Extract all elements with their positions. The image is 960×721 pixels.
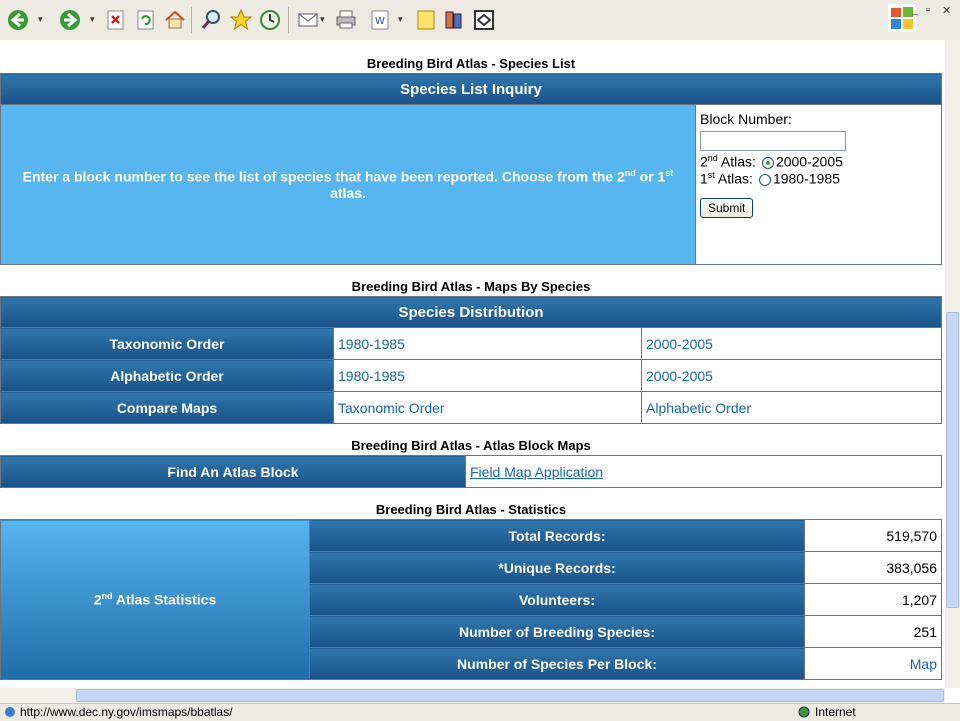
svg-text:W: W: [375, 16, 385, 27]
home-icon[interactable]: [163, 8, 187, 32]
atlas1-sup: st: [707, 169, 715, 180]
stat-label: Number of Breeding Species:: [309, 615, 805, 648]
description-text: Enter a block number to see the list of …: [22, 168, 625, 185]
research-icon[interactable]: [442, 8, 466, 32]
description-sup: st: [665, 168, 674, 179]
page-content: Breeding Bird Atlas - Species List Speci…: [0, 40, 945, 688]
stop-icon[interactable]: [104, 8, 128, 32]
species-list-description: Enter a block number to see the list of …: [0, 104, 696, 265]
maps-link-text[interactable]: 2000-2005: [646, 336, 713, 352]
favorites-icon[interactable]: [229, 8, 253, 32]
horizontal-scrollbar-thumb[interactable]: [76, 689, 944, 702]
maps-link-text[interactable]: 1980-1985: [338, 336, 405, 352]
side-text: Atlas Statistics: [112, 591, 217, 608]
edit-icon[interactable]: W: [368, 8, 392, 32]
species-per-block-map-cell[interactable]: Map: [804, 647, 942, 680]
maps-row-label: Taxonomic Order: [0, 327, 334, 360]
refresh-icon[interactable]: [134, 8, 158, 32]
close-icon[interactable]: ✕: [942, 4, 951, 17]
restore-icon[interactable]: ▫: [926, 4, 930, 16]
stat-label: Number of Species Per Block:: [309, 647, 805, 680]
maps-link-text[interactable]: Taxonomic Order: [338, 400, 445, 416]
status-zone: Internet: [815, 705, 856, 719]
field-map-link-cell[interactable]: Field Map Application: [465, 455, 942, 488]
atlas2-sup: nd: [707, 153, 718, 163]
maps-link[interactable]: 2000-2005: [641, 327, 942, 360]
species-list-header: Species List Inquiry: [0, 73, 942, 105]
statistics-table: 2nd Atlas Statistics Total Records: 519,…: [0, 519, 942, 680]
notes-icon[interactable]: [414, 8, 438, 32]
atlas2-row: 2nd Atlas: 2000-2005: [700, 153, 941, 170]
maps-table: Species Distribution Taxonomic Order 198…: [0, 296, 942, 424]
maps-row-label: Compare Maps: [0, 391, 334, 424]
maps-link[interactable]: Taxonomic Order: [333, 391, 642, 424]
mail-icon[interactable]: [296, 8, 320, 32]
forward-dropdown-icon[interactable]: ▾: [90, 14, 98, 26]
page-icon: [4, 706, 16, 718]
find-atlas-block-label: Find An Atlas Block: [0, 455, 466, 488]
field-map-link[interactable]: Field Map Application: [470, 464, 603, 480]
toolbar-separator: [288, 7, 289, 33]
maps-link[interactable]: 1980-1985: [333, 327, 642, 360]
species-list-form: Block Number: 2nd Atlas: 2000-2005 1st At…: [695, 104, 942, 265]
description-text: or 1: [635, 168, 666, 185]
stat-value: 251: [804, 615, 942, 648]
description-sup: nd: [624, 168, 636, 179]
back-dropdown-icon[interactable]: ▾: [38, 14, 46, 26]
side-sup: nd: [101, 591, 113, 602]
stat-value: 383,056: [804, 551, 942, 584]
print-icon[interactable]: [334, 8, 358, 32]
maps-row-label: Alphabetic Order: [0, 359, 334, 392]
atlas2-number: 2: [700, 153, 708, 170]
block-maps-title: Breeding Bird Atlas - Atlas Block Maps: [351, 438, 591, 453]
side-number: 2: [93, 591, 102, 608]
statistics-side-label: 2nd Atlas Statistics: [0, 519, 310, 680]
history-icon[interactable]: [258, 8, 282, 32]
block-number-label: Block Number:: [700, 111, 792, 127]
atlas1-number: 1: [700, 170, 708, 187]
description-text: atlas.: [330, 184, 366, 201]
internet-zone-icon: [798, 706, 810, 718]
status-bar: http://www.dec.ny.gov/imsmaps/bbatlas/ I…: [0, 703, 960, 721]
statistics-title: Breeding Bird Atlas - Statistics: [375, 502, 567, 517]
species-per-block-map-link[interactable]: Map: [910, 656, 937, 672]
minimize-icon[interactable]: _: [912, 4, 918, 16]
atlas2-label: Atlas:: [717, 153, 756, 170]
search-icon[interactable]: [199, 8, 223, 32]
submit-button[interactable]: Submit: [700, 198, 754, 219]
maps-header: Species Distribution: [0, 296, 942, 328]
maps-title: Breeding Bird Atlas - Maps By Species: [351, 279, 591, 294]
browser-toolbar: ▾ ▾ ▾ W ▾ _ ▫ ✕: [0, 0, 960, 41]
maps-link-text[interactable]: 2000-2005: [646, 368, 713, 384]
edit-dropdown-icon[interactable]: ▾: [398, 14, 406, 26]
toolbar-separator: [191, 7, 192, 33]
mail-dropdown-icon[interactable]: ▾: [320, 14, 328, 26]
maps-link[interactable]: 2000-2005: [641, 359, 942, 392]
stat-value: 1,207: [804, 583, 942, 616]
stat-label: *Unique Records:: [309, 551, 805, 584]
species-list-title: Breeding Bird Atlas - Species List: [366, 56, 576, 71]
forward-icon[interactable]: [58, 8, 82, 32]
status-url: http://www.dec.ny.gov/imsmaps/bbatlas/: [20, 705, 233, 719]
atlas1-radio[interactable]: [758, 173, 771, 186]
maps-link[interactable]: Alphabetic Order: [641, 391, 942, 424]
back-icon[interactable]: [6, 8, 30, 32]
block-maps-table: Find An Atlas Block Field Map Applicatio…: [0, 455, 942, 488]
atlas2-radio[interactable]: [761, 156, 774, 169]
maps-link[interactable]: 1980-1985: [333, 359, 642, 392]
stat-label: Total Records:: [309, 519, 805, 552]
block-number-input[interactable]: [700, 131, 846, 151]
stat-value: 519,570: [804, 519, 942, 552]
maps-link-text[interactable]: 1980-1985: [338, 368, 405, 384]
messenger-icon[interactable]: [472, 8, 496, 32]
atlas1-label: Atlas:: [714, 170, 753, 187]
stat-label: Volunteers:: [309, 583, 805, 616]
species-list-table: Species List Inquiry Enter a block numbe…: [0, 73, 942, 265]
atlas1-option-label: 1980-1985: [772, 170, 840, 187]
maps-link-text[interactable]: Alphabetic Order: [646, 400, 751, 416]
atlas1-row: 1st Atlas: 1980-1985: [700, 170, 941, 187]
vertical-scrollbar-thumb[interactable]: [946, 312, 959, 608]
atlas2-option-label: 2000-2005: [775, 153, 843, 170]
